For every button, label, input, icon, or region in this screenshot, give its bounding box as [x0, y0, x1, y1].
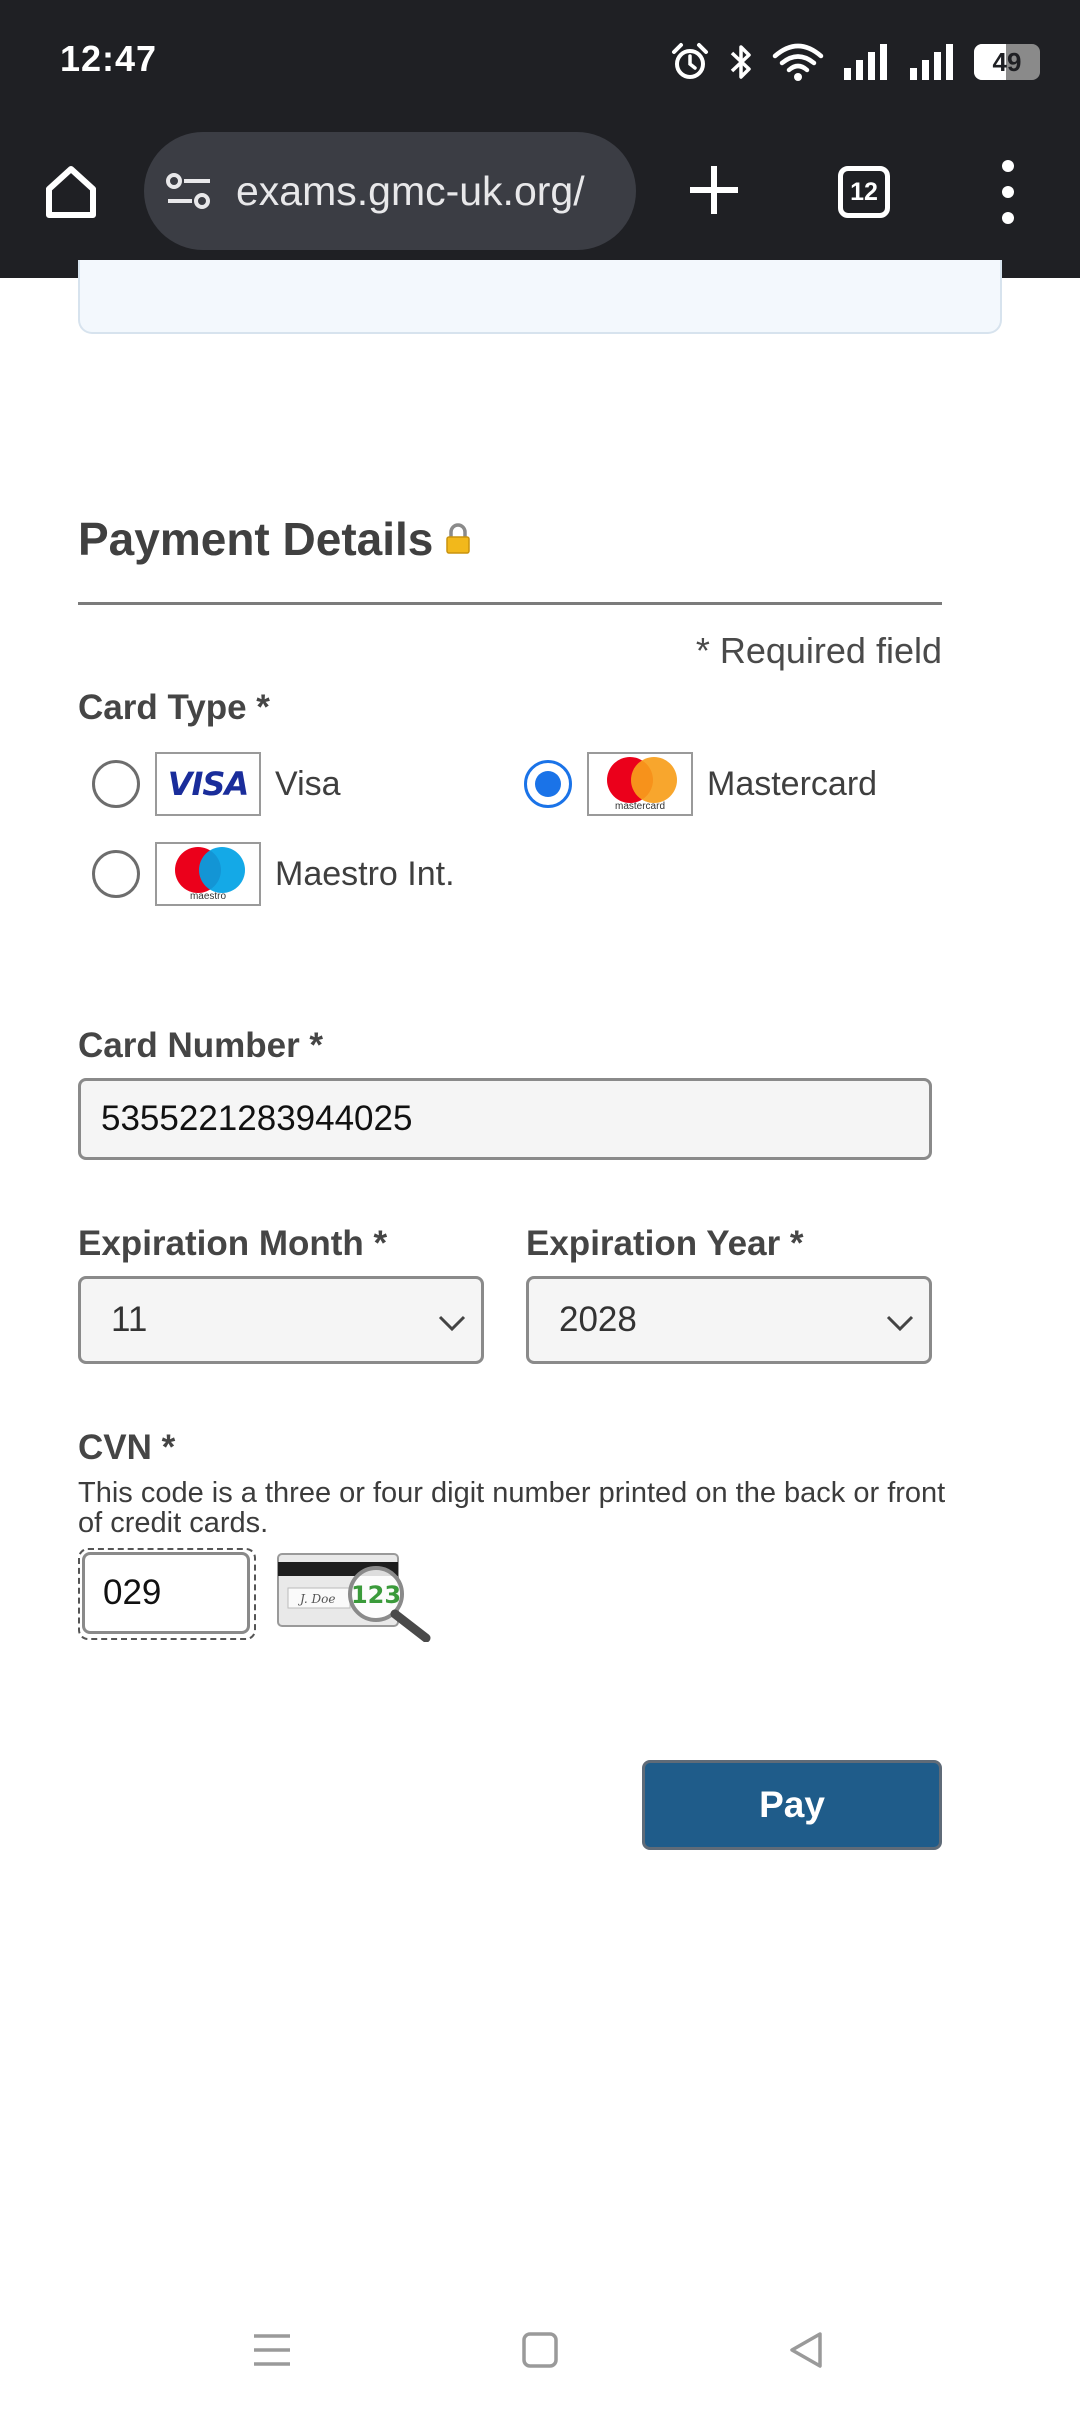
bluetooth-icon [730, 45, 751, 79]
visa-logo-icon: VISA [155, 752, 261, 816]
card-option-visa[interactable]: VISA Visa [92, 752, 341, 816]
visa-radio[interactable] [92, 760, 140, 808]
svg-text:J. Doe: J. Doe [297, 1592, 335, 1606]
tab-switcher-icon[interactable]: 12 [838, 166, 890, 218]
svg-text:123: 123 [351, 1581, 401, 1609]
maestro-logo-icon: maestro [155, 842, 261, 906]
mastercard-radio[interactable] [524, 760, 572, 808]
previous-section-box [78, 260, 1002, 334]
expiration-year-select[interactable]: 2028 [526, 1276, 932, 1364]
status-time: 12:47 [60, 38, 158, 79]
expiration-month-select[interactable]: 11 [78, 1276, 484, 1364]
card-number-input[interactable]: 5355221283944025 [78, 1078, 932, 1160]
visa-label: Visa [275, 764, 341, 803]
card-number-label: Card Number * [78, 1026, 324, 1065]
mastercard-label: Mastercard [707, 764, 878, 803]
maestro-label: Maestro Int. [275, 854, 455, 893]
signal-icon [910, 44, 953, 80]
expiration-year-label: Expiration Year * [526, 1224, 804, 1263]
pay-button[interactable]: Pay [642, 1760, 942, 1850]
cvn-help-text: This code is a three or four digit numbe… [78, 1477, 946, 1539]
site-settings-icon[interactable] [166, 171, 212, 211]
page-title: Payment Details [78, 513, 434, 565]
cvn-focus-outline: 029 [78, 1548, 256, 1640]
status-bar: 12:47 49 [0, 0, 1080, 120]
expiration-year-value: 2028 [559, 1300, 637, 1339]
browser-toolbar: exams.gmc-uk.org/ 12 [0, 120, 1080, 278]
cvn-label: CVN * [78, 1428, 176, 1467]
tab-count: 12 [850, 177, 878, 206]
battery-level: 49 [992, 46, 1022, 77]
wifi-icon [772, 43, 824, 81]
recent-apps-icon[interactable] [232, 2320, 312, 2380]
mastercard-logo-icon: mastercard [587, 752, 693, 816]
system-nav-bar [0, 2300, 1080, 2412]
card-option-mastercard[interactable]: mastercard Mastercard [524, 752, 877, 816]
home-nav-icon[interactable] [500, 2320, 580, 2380]
url-text[interactable]: exams.gmc-uk.org/ [236, 168, 585, 215]
section-divider [78, 602, 942, 605]
back-icon[interactable] [766, 2320, 846, 2380]
home-icon[interactable] [38, 158, 104, 224]
lock-icon [446, 523, 471, 554]
address-bar[interactable]: exams.gmc-uk.org/ [144, 132, 636, 250]
payment-details-heading: Payment Details [78, 512, 471, 566]
more-menu-icon[interactable] [996, 160, 1020, 224]
chevron-down-icon [886, 1315, 914, 1332]
expiration-month-value: 11 [111, 1300, 148, 1339]
expiration-month-label: Expiration Month * [78, 1224, 388, 1263]
required-field-note: * Required field [695, 630, 942, 671]
cvn-hint-card-icon: J. Doe 123 [277, 1553, 431, 1642]
chevron-down-icon [438, 1315, 466, 1332]
signal-icon [844, 44, 887, 80]
alarm-icon [672, 43, 708, 79]
battery-icon: 49 [974, 44, 1040, 80]
new-tab-icon[interactable] [684, 160, 744, 220]
status-icons: 49 [670, 38, 1040, 86]
card-option-maestro[interactable]: maestro Maestro Int. [92, 842, 455, 906]
maestro-radio[interactable] [92, 850, 140, 898]
card-type-label: Card Type * [78, 688, 270, 727]
cvn-input[interactable]: 029 [82, 1552, 250, 1634]
